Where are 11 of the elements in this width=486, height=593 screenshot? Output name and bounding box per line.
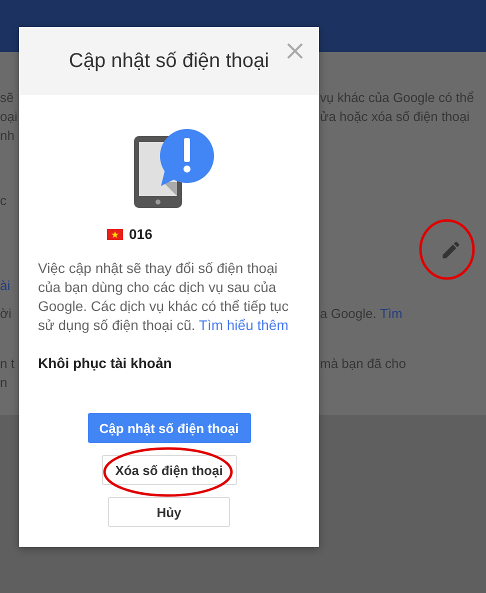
primary-button[interactable]: Cập nhật số điện thoại	[88, 413, 250, 443]
edit-icon[interactable]	[440, 239, 462, 261]
dialog-title: Cập nhật số điện thoại	[68, 50, 270, 72]
secondary-button[interactable]: Xóa số điện thoại	[102, 455, 236, 485]
phone-number: 016	[129, 226, 152, 242]
close-icon[interactable]	[286, 42, 304, 60]
flag-icon	[107, 228, 123, 240]
learn-more-link[interactable]: Tìm hiểu thêm	[198, 316, 288, 332]
section-heading: Khôi phục tài khoản	[38, 354, 173, 372]
dialog-message: Việc cập nhật sẽ thay đổi số điện thoại của bạn dùng cho các dịch vụ sau của Google. Các dịch vụ khác có thể tiếp tục sử dụng số điện thoại cũ. Tìm hiểu thêm	[38, 258, 290, 334]
secondary-button[interactable]: Hủy	[108, 497, 230, 527]
